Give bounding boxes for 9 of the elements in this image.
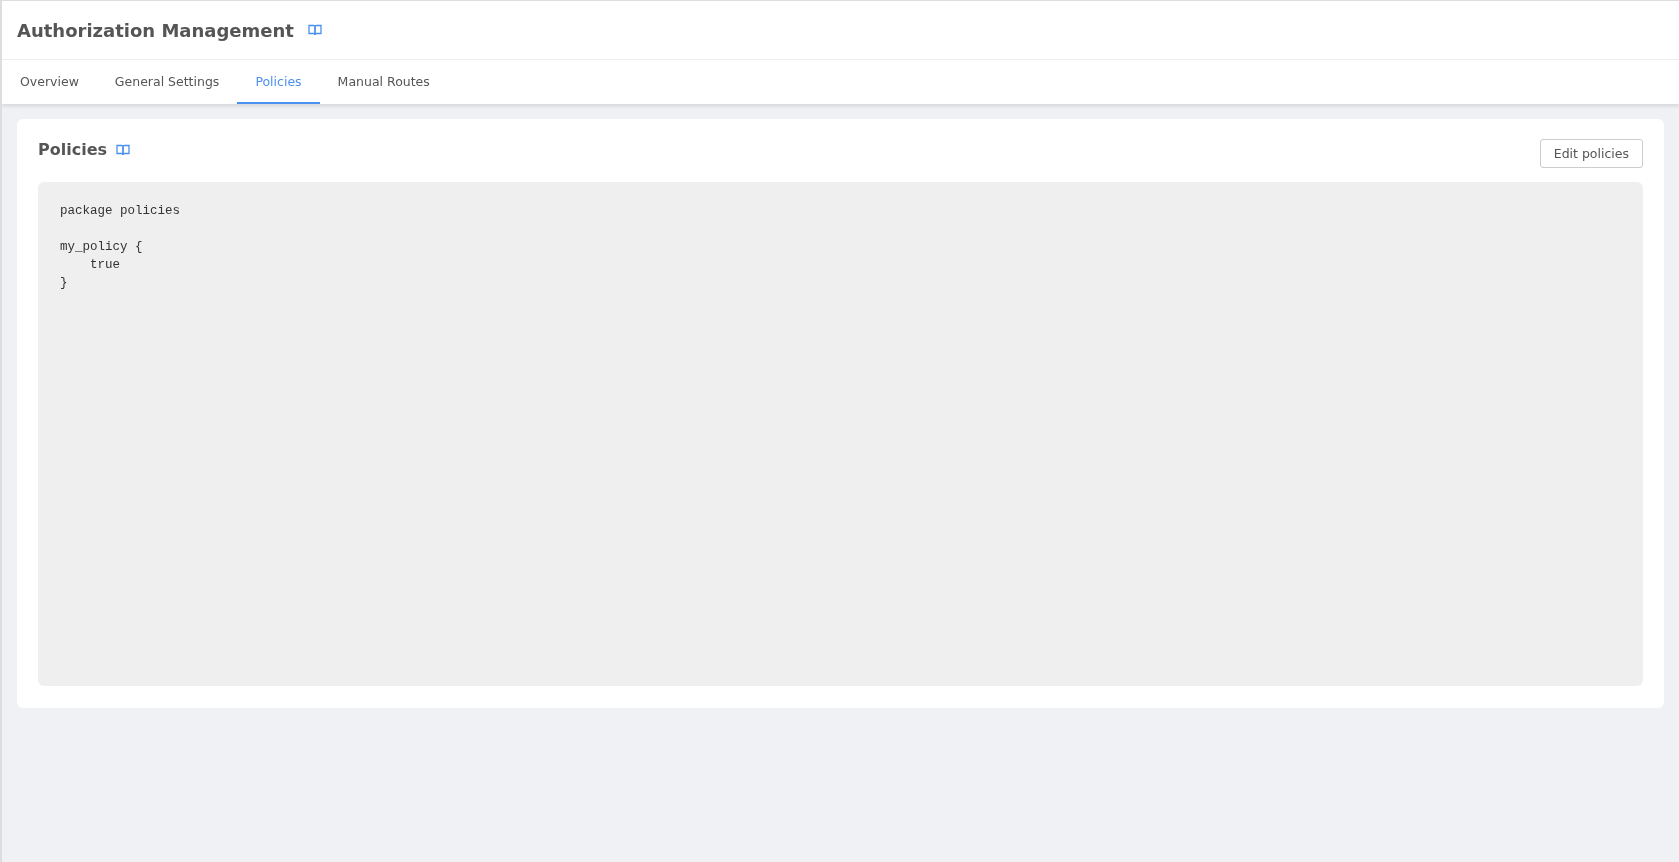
book-icon[interactable] [307, 24, 322, 36]
edit-policies-button[interactable]: Edit policies [1539, 139, 1643, 168]
section-title: Policies [38, 140, 108, 159]
code-block: package policies my_policy { true } [38, 182, 1643, 686]
tab[interactable]: Manual Routes [319, 60, 448, 104]
book-icon[interactable] [116, 143, 131, 156]
tab[interactable]: General Settings [96, 60, 238, 104]
tab[interactable]: Overview [2, 60, 97, 104]
page-title: Authorization Management [17, 19, 294, 41]
